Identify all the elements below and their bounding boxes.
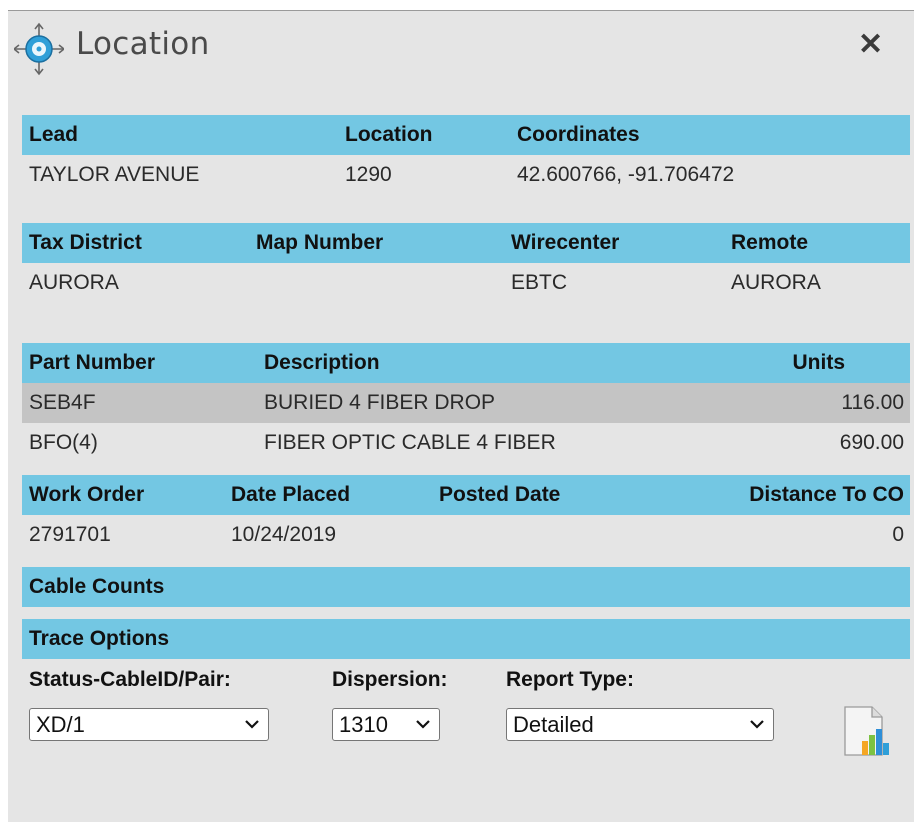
description-cell: BURIED 4 FIBER DROP	[264, 391, 496, 414]
district-header-row: Tax District Map Number Wirecenter Remot…	[22, 223, 910, 263]
report-type-value: Detailed	[513, 712, 594, 737]
location-value: 1290	[345, 163, 392, 186]
status-cable-pair-select[interactable]: XD/1	[29, 708, 269, 741]
distance-value: 0	[892, 523, 904, 546]
distance-header: Distance To CO	[749, 483, 904, 506]
tax-district-value: AURORA	[29, 271, 119, 294]
units-header: Units	[792, 351, 846, 374]
location-crosshair-icon	[14, 22, 64, 76]
wirecenter-header: Wirecenter	[511, 231, 620, 254]
description-header: Description	[264, 351, 380, 374]
dispersion-select[interactable]: 1310	[332, 708, 440, 741]
description-cell: FIBER OPTIC CABLE 4 FIBER	[264, 431, 556, 454]
chevron-down-icon	[416, 720, 430, 729]
posted-date-header: Posted Date	[439, 483, 561, 506]
remote-header: Remote	[731, 231, 809, 254]
close-icon[interactable]: ✕	[858, 30, 883, 60]
table-row[interactable]: BFO(4) FIBER OPTIC CABLE 4 FIBER 690.00	[22, 423, 910, 463]
chevron-down-icon	[750, 720, 764, 729]
lead-header: Lead	[29, 123, 79, 146]
district-value-row: AURORA EBTC AURORA	[22, 263, 910, 303]
part-number-cell: BFO(4)	[29, 431, 98, 454]
work-order-value-row: 2791701 10/24/2019 0	[22, 515, 910, 555]
remote-value: AURORA	[731, 271, 821, 294]
lead-header-row: Lead Location Coordinates	[22, 115, 910, 155]
map-number-header: Map Number	[256, 231, 384, 254]
report-chart-icon[interactable]	[842, 705, 892, 757]
dispersion-label: Dispersion:	[332, 668, 448, 691]
part-number-header: Part Number	[29, 351, 156, 374]
date-placed-value: 10/24/2019	[231, 523, 337, 546]
units-cell: 690.00	[839, 431, 904, 454]
lead-value-row: TAYLOR AVENUE 1290 42.600766, -91.706472	[22, 155, 910, 195]
dispersion-value: 1310	[339, 712, 388, 737]
report-type-select[interactable]: Detailed	[506, 708, 774, 741]
report-type-label: Report Type:	[506, 668, 634, 691]
cable-counts-header: Cable Counts	[22, 567, 910, 607]
dialog-title-bar: Location	[14, 22, 894, 76]
work-order-value: 2791701	[29, 523, 111, 546]
part-number-cell: SEB4F	[29, 391, 96, 414]
coordinates-value: 42.600766, -91.706472	[517, 163, 735, 186]
location-header: Location	[345, 123, 433, 146]
status-cable-pair-label: Status-CableID/Pair:	[29, 668, 231, 691]
tax-district-header: Tax District	[29, 231, 142, 254]
date-placed-header: Date Placed	[231, 483, 351, 506]
trace-options-header: Trace Options	[22, 619, 910, 659]
work-order-header: Work Order	[29, 483, 145, 506]
cable-counts-title: Cable Counts	[29, 575, 165, 598]
chevron-down-icon	[245, 720, 259, 729]
wirecenter-value: EBTC	[511, 271, 568, 294]
trace-options-title: Trace Options	[29, 627, 170, 650]
units-cell: 116.00	[841, 391, 904, 414]
status-cable-pair-value: XD/1	[36, 712, 85, 737]
coordinates-header: Coordinates	[517, 123, 640, 146]
lead-value: TAYLOR AVENUE	[29, 163, 200, 186]
parts-header-row: Part Number Description Units	[22, 343, 910, 383]
table-row[interactable]: SEB4F BURIED 4 FIBER DROP 116.00	[22, 383, 910, 423]
work-order-header-row: Work Order Date Placed Posted Date Dista…	[22, 475, 910, 515]
dialog-title: Location	[76, 26, 210, 62]
